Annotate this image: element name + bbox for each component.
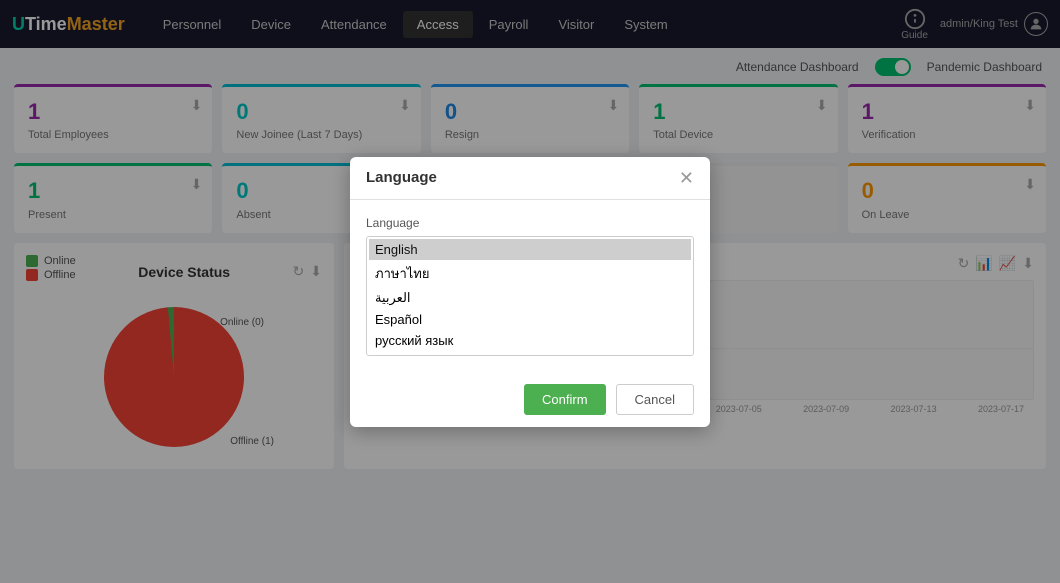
modal-body: Language EnglishภาษาไทยالعربيةEspañolрус… [350, 200, 710, 372]
modal-title: Language [366, 169, 437, 186]
confirm-button[interactable]: Confirm [524, 384, 606, 415]
cancel-button[interactable]: Cancel [616, 384, 694, 415]
language-field-label: Language [366, 216, 694, 230]
language-modal: Language ✕ Language Englishภาษาไทยالعربي… [350, 157, 710, 427]
language-select[interactable]: EnglishภาษาไทยالعربيةEspañolрусский язык… [366, 236, 694, 356]
modal-overlay[interactable]: Language ✕ Language Englishภาษาไทยالعربي… [0, 0, 1060, 583]
modal-footer: Confirm Cancel [350, 372, 710, 427]
modal-header: Language ✕ [350, 157, 710, 200]
modal-close-button[interactable]: ✕ [679, 169, 694, 187]
